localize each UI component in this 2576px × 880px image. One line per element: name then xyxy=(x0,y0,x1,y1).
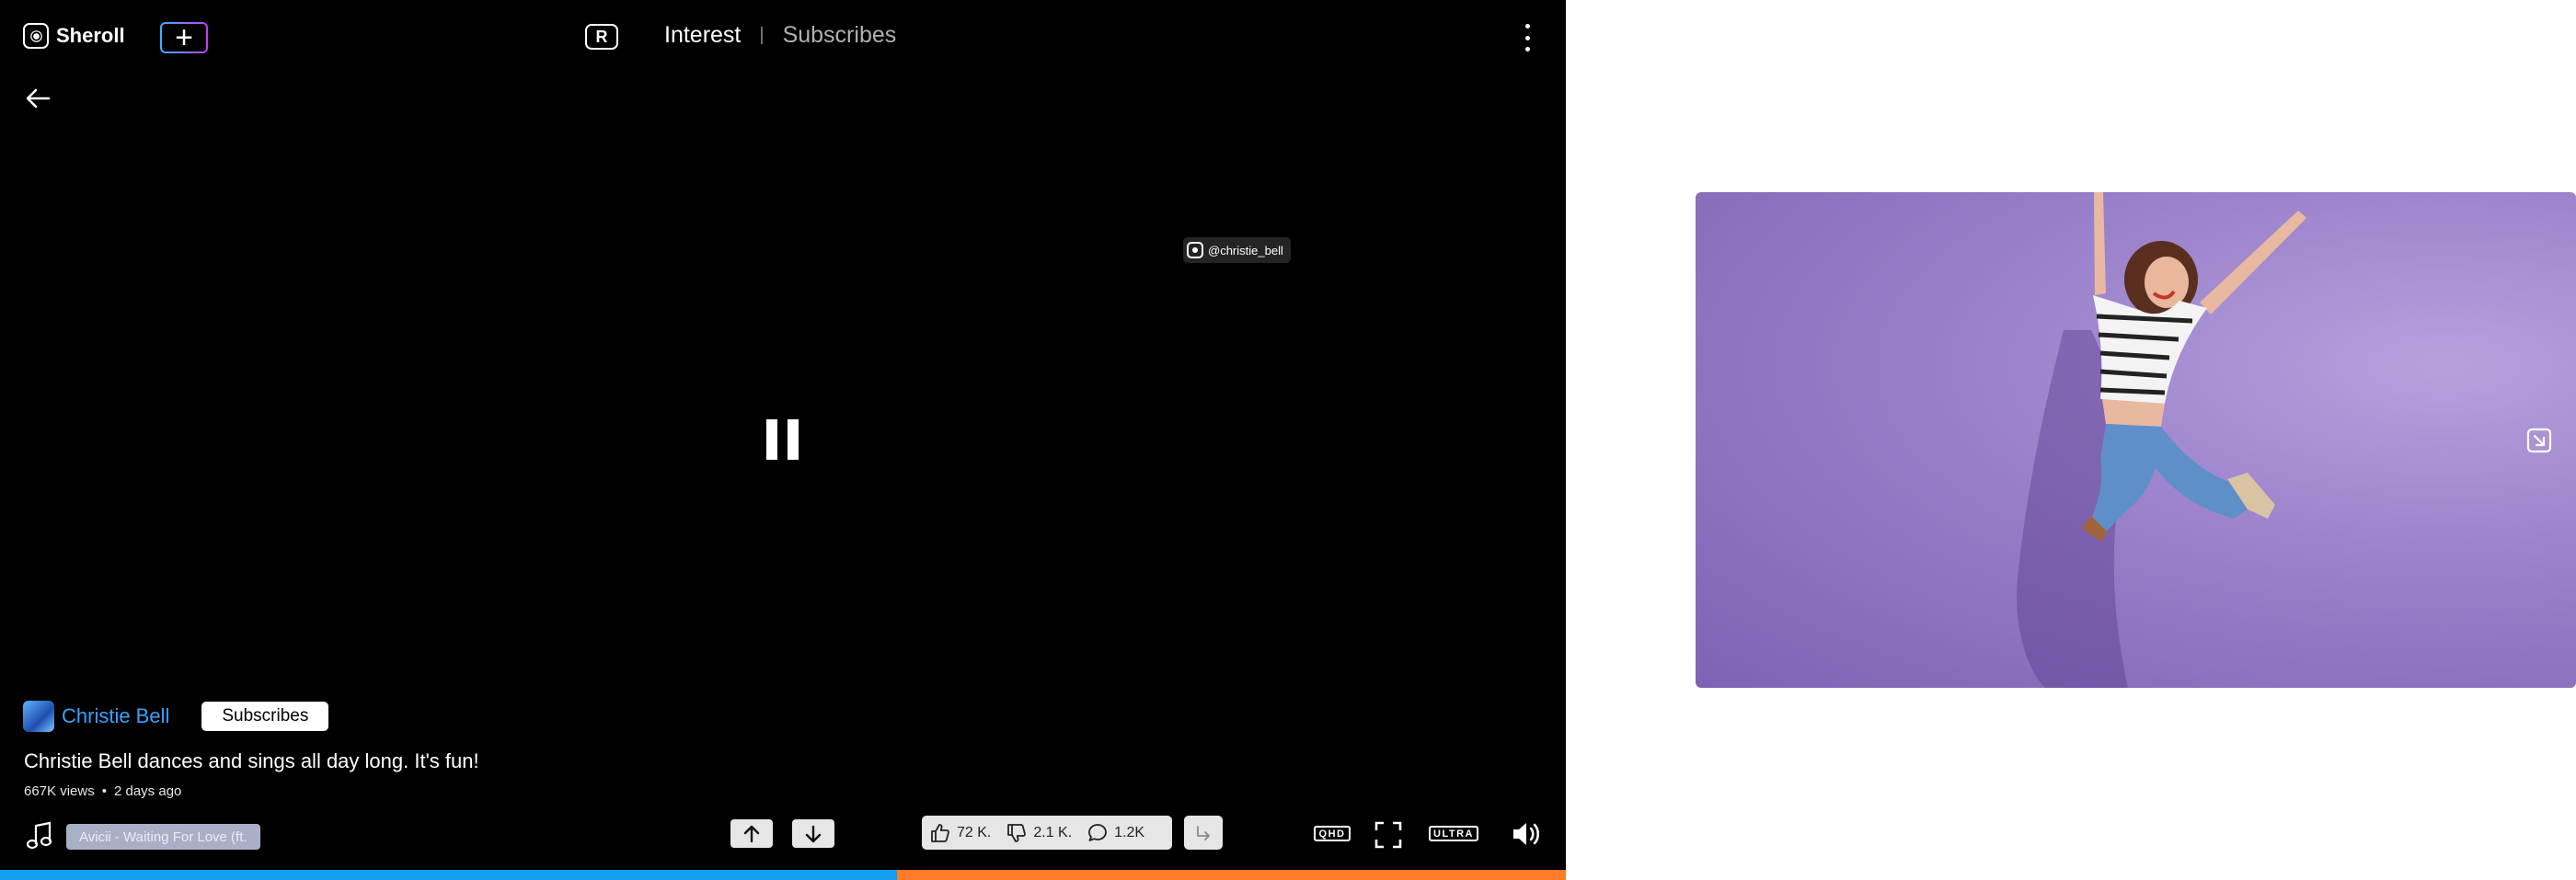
create-icon: + xyxy=(175,20,193,55)
logo-icon xyxy=(23,23,49,49)
quality-badge[interactable]: QHD xyxy=(1314,826,1351,841)
dislike-button[interactable]: 2.1 K. xyxy=(998,822,1079,844)
top-bar: Sheroll + R Interest | Subscribes xyxy=(0,0,1566,74)
like-button[interactable]: 72 K. xyxy=(922,822,998,844)
share-icon xyxy=(1197,825,1210,840)
channel-row: Christie Bell Subscribes xyxy=(23,701,329,732)
logo-icon xyxy=(1187,242,1203,258)
thumbs-up-icon xyxy=(931,823,949,842)
comment-icon xyxy=(1088,823,1108,841)
r-badge[interactable]: R xyxy=(585,24,618,50)
playback-progress-bar[interactable] xyxy=(0,870,1566,880)
next-video-button[interactable] xyxy=(792,819,834,848)
avatar[interactable] xyxy=(23,701,54,732)
pause-icon[interactable] xyxy=(766,419,799,460)
create-button[interactable]: + xyxy=(160,22,208,53)
meta-separator: • xyxy=(101,783,107,799)
expand-icon[interactable] xyxy=(2526,428,2552,453)
tab-interest[interactable]: Interest xyxy=(664,22,741,49)
previous-video-button[interactable] xyxy=(730,819,773,848)
volume-icon[interactable] xyxy=(1512,821,1543,847)
creator-handle-tag[interactable]: @christie_bell xyxy=(1183,237,1291,263)
view-count: 667K views xyxy=(24,783,95,799)
next-video-preview[interactable] xyxy=(1696,192,2576,688)
arrow-up-icon xyxy=(743,825,760,842)
progress-fill xyxy=(0,870,898,880)
share-button[interactable] xyxy=(1184,816,1223,850)
tab-divider: | xyxy=(759,25,765,45)
video-title: Christie Bell dances and sings all day l… xyxy=(24,749,479,772)
creator-handle: @christie_bell xyxy=(1208,243,1283,257)
back-arrow-icon[interactable] xyxy=(24,86,52,110)
subscribe-button[interactable]: Subscribes xyxy=(201,702,329,731)
video-meta: 667K views • 2 days ago xyxy=(24,783,181,799)
like-count: 72 K. xyxy=(957,824,992,840)
feed-tabs: Interest | Subscribes xyxy=(664,22,896,49)
preview-image xyxy=(2017,192,2306,688)
more-icon[interactable] xyxy=(1520,24,1535,51)
tab-subscribes[interactable]: Subscribes xyxy=(783,22,897,49)
comment-button[interactable]: 1.2K xyxy=(1079,822,1152,844)
song-chip[interactable]: Avicii - Waiting For Love (ft. xyxy=(66,824,260,850)
comment-count: 1.2K xyxy=(1114,824,1145,840)
brand-name: Sheroll xyxy=(56,24,125,47)
arrow-down-icon xyxy=(805,825,822,842)
dislike-count: 2.1 K. xyxy=(1033,824,1073,840)
video-player-panel: Sheroll + R Interest | Subscribes @chris… xyxy=(0,0,1566,880)
thumbs-down-icon xyxy=(1007,823,1027,842)
brand-logo[interactable]: Sheroll xyxy=(23,23,125,49)
engagement-bar: 72 K. 2.1 K. 1.2K xyxy=(922,816,1172,850)
music-note-icon[interactable] xyxy=(26,821,53,851)
upload-age: 2 days ago xyxy=(113,783,182,799)
fullscreen-icon[interactable] xyxy=(1374,821,1402,849)
channel-name[interactable]: Christie Bell xyxy=(62,704,169,728)
ultra-badge[interactable]: ULTRA xyxy=(1429,826,1478,841)
